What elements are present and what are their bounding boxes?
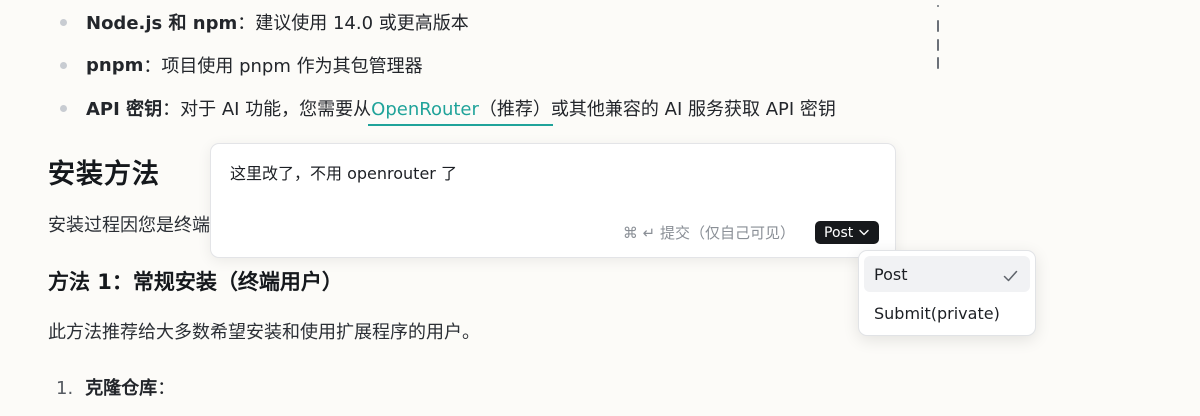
comment-anchor-underline (368, 124, 553, 126)
menu-item-post[interactable]: Post (864, 256, 1030, 292)
list-item-text: 项目使用 pnpm 作为其包管理器 (161, 56, 423, 77)
post-button[interactable]: Post (815, 221, 880, 244)
step-label: 克隆仓库 (85, 378, 158, 399)
bullet-dot (60, 18, 67, 26)
list-item-text: 建议使用 14.0 或更高版本 (255, 13, 469, 34)
menu-item-label: Submit(private) (874, 303, 1000, 323)
outline-marker[interactable] (937, 20, 939, 32)
document-page: Node.js 和 npm ： 建议使用 14.0 或更高版本 pnpm ： 项… (0, 0, 1200, 416)
list-item-separator: ： (143, 56, 162, 77)
outline-marker[interactable] (937, 39, 939, 51)
method-description: 此方法推荐给大多数希望安装和使用扩展程序的用户。 (48, 322, 480, 343)
section-intro: 安装过程因您是终端 (48, 215, 210, 236)
list-item-term: Node.js 和 npm (86, 13, 238, 34)
method-heading: 方法 1：常规安装（终端用户） (48, 270, 343, 294)
menu-item-submit-private[interactable]: Submit(private) (864, 295, 1030, 331)
list-item-term: API 密钥 (86, 99, 163, 120)
highlighted-selection[interactable]: OpenRouter（推荐）或其他兼容的 AI 服务获取 API 密钥 (368, 95, 836, 126)
list-item: API 密钥 ： 对于 AI 功能，您需要从 OpenRouter（推荐）或其他… (60, 93, 836, 126)
list-item-text: （推荐）或其他兼容的 AI 服务获取 API 密钥 (478, 99, 836, 120)
bullet-dot (60, 104, 67, 112)
bullet-dot (60, 61, 67, 69)
post-options-menu: Post Submit(private) (858, 250, 1036, 336)
check-icon (1003, 267, 1018, 286)
ordered-list-item: 1. 克隆仓库： (56, 374, 175, 400)
outline-marker[interactable] (937, 57, 939, 69)
list-item-text: 对于 AI 功能，您需要从 (180, 99, 372, 120)
menu-item-label: Post (874, 264, 908, 284)
list-item: Node.js 和 npm ： 建议使用 14.0 或更高版本 (60, 7, 469, 37)
comment-popover: 这里改了，不用 openrouter 了 ⌘ ↵ 提交（仅自己可见） Post (210, 143, 896, 258)
submit-shortcut-hint: ⌘ ↵ 提交（仅自己可见） (622, 224, 795, 242)
outline-marker[interactable] (937, 5, 939, 7)
section-heading: 安装方法 (48, 159, 160, 190)
chevron-down-icon (859, 229, 869, 236)
list-item-term: pnpm (86, 54, 144, 76)
comment-input[interactable]: 这里改了，不用 openrouter 了 (230, 160, 457, 184)
list-number: 1. (56, 378, 74, 399)
list-item-separator: ： (237, 13, 256, 34)
step-separator: ： (157, 378, 176, 399)
post-button-label: Post (824, 224, 854, 241)
list-item: pnpm ： 项目使用 pnpm 作为其包管理器 (60, 50, 423, 80)
list-item-separator: ： (162, 99, 181, 120)
openrouter-link[interactable]: OpenRouter (371, 99, 479, 120)
